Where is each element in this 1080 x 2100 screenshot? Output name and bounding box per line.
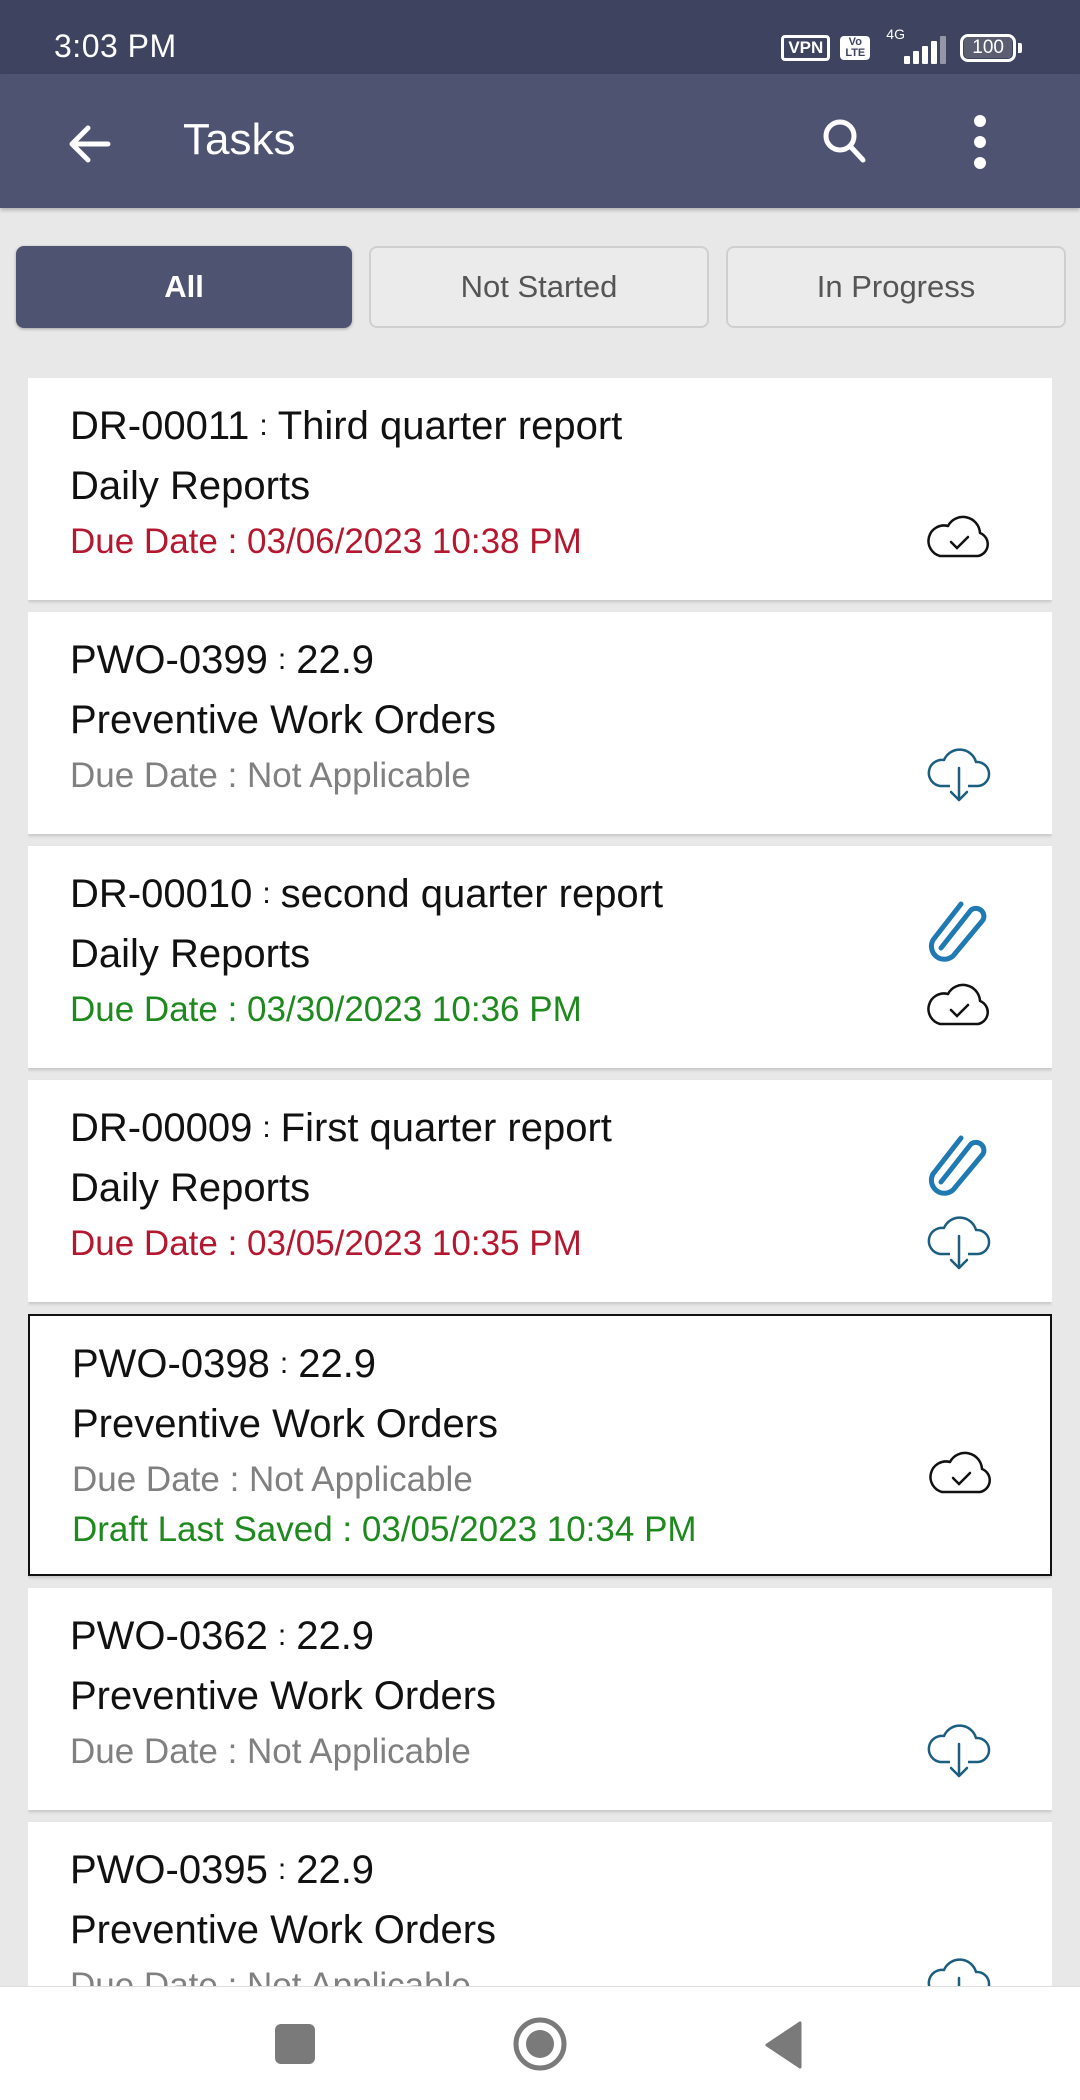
- sync-status-indicator[interactable]: [922, 1716, 996, 1780]
- task-name: 22.9: [296, 638, 375, 682]
- task-title: PWO-0398:22.9: [72, 1342, 376, 1387]
- task-separator: :: [279, 1347, 289, 1380]
- sync-status-indicator[interactable]: [922, 974, 996, 1038]
- more-options-button[interactable]: [960, 112, 1000, 172]
- task-title: DR-00009: First quarter report: [70, 1106, 612, 1151]
- sync-status-indicator[interactable]: [924, 1442, 998, 1506]
- tab-in-progress[interactable]: In Progress: [726, 246, 1066, 328]
- task-separator: :: [277, 643, 287, 676]
- task-card[interactable]: DR-00011: Third quarter report Daily Repor…: [28, 378, 1052, 600]
- network-type-label: 4G: [886, 26, 905, 42]
- battery-level: 100: [964, 37, 1012, 58]
- sync-status-indicator[interactable]: [922, 1208, 996, 1272]
- task-title: DR-00010: second quarter report: [70, 872, 663, 917]
- task-id: PWO-0395: [70, 1848, 268, 1892]
- task-card[interactable]: PWO-0398:22.9 Preventive Work Orders Due D…: [28, 1314, 1052, 1576]
- task-separator: :: [277, 1619, 287, 1652]
- vpn-icon: VPN: [781, 35, 831, 61]
- task-category: Preventive Work Orders: [70, 1674, 497, 1718]
- paperclip-icon: [928, 1135, 987, 1196]
- task-title: PWO-0362:22.9: [70, 1614, 374, 1659]
- task-name: second quarter report: [280, 872, 664, 916]
- task-title: PWO-0399:22.9: [70, 638, 374, 683]
- back-triangle-icon: [765, 2021, 802, 2069]
- task-due-date: Due Date : 03/30/2023 10:36 PM: [70, 990, 582, 1029]
- sync-status-indicator[interactable]: [922, 740, 996, 804]
- task-card[interactable]: PWO-0399:22.9 Preventive Work Orders Due D…: [28, 612, 1052, 834]
- cloud-download-icon: [927, 1958, 991, 1986]
- sync-status-indicator[interactable]: [922, 1950, 996, 1986]
- task-name: 22.9: [296, 1848, 375, 1892]
- task-card[interactable]: DR-00009: First quarter report Daily Repor…: [28, 1080, 1052, 1302]
- task-category: Preventive Work Orders: [70, 1908, 497, 1952]
- status-icons: VPN Vo LTE 4G 100: [781, 26, 1022, 64]
- task-draft-saved: Draft Last Saved : 03/05/2023 10:34 PM: [72, 1510, 697, 1549]
- home-button[interactable]: [500, 2009, 580, 2079]
- task-due-date: Due Date : Not Applicable: [70, 1732, 471, 1771]
- task-due-date: Due Date : 03/06/2023 10:38 PM: [70, 522, 582, 561]
- cloud-download-icon: [927, 1724, 991, 1778]
- task-name: Third quarter report: [277, 404, 623, 448]
- task-category: Preventive Work Orders: [72, 1402, 499, 1446]
- task-due-date: Due Date : Not Applicable: [72, 1460, 473, 1499]
- arrow-left-icon: [69, 125, 111, 163]
- task-list[interactable]: DR-00011: Third quarter report Daily Repor…: [28, 378, 1052, 1986]
- task-title: PWO-0395:22.9: [70, 1848, 374, 1893]
- recents-square-icon: [275, 2024, 315, 2064]
- status-time: 3:03 PM: [54, 28, 177, 64]
- task-due-date: Due Date : Not Applicable: [70, 1966, 471, 1986]
- volte-icon: Vo LTE: [840, 36, 871, 60]
- cloud-check-icon: [927, 515, 989, 558]
- task-separator: :: [277, 1853, 287, 1886]
- task-separator: :: [262, 877, 271, 910]
- task-separator: :: [259, 409, 268, 442]
- app-bar: Tasks: [0, 74, 1080, 208]
- tab-not-started[interactable]: Not Started: [369, 246, 709, 328]
- task-name: 22.9: [298, 1342, 377, 1386]
- task-category: Preventive Work Orders: [70, 698, 497, 742]
- task-title: DR-00011: Third quarter report: [70, 404, 622, 449]
- task-id: PWO-0399: [70, 638, 268, 682]
- task-due-date: Due Date : 03/05/2023 10:35 PM: [70, 1224, 582, 1263]
- task-id: PWO-0362: [70, 1614, 268, 1658]
- volte-bottom-label: LTE: [845, 47, 866, 59]
- task-card[interactable]: PWO-0362:22.9 Preventive Work Orders Due D…: [28, 1588, 1052, 1810]
- filter-tabs: All Not Started In Progress: [16, 246, 1066, 328]
- task-name: First quarter report: [280, 1106, 612, 1150]
- task-category: Daily Reports: [70, 464, 311, 508]
- task-name: 22.9: [296, 1614, 375, 1658]
- cloud-download-icon: [927, 748, 991, 802]
- task-category: Daily Reports: [70, 932, 311, 976]
- system-nav-bar: [0, 1986, 1080, 2100]
- cloud-check-icon: [927, 983, 989, 1026]
- task-id: DR-00010: [70, 872, 253, 916]
- battery-icon: 100: [960, 34, 1022, 62]
- task-id: PWO-0398: [72, 1342, 270, 1386]
- task-id: DR-00009: [70, 1106, 253, 1150]
- page-title: Tasks: [183, 115, 296, 164]
- attachment-indicator: [922, 896, 996, 970]
- task-due-date: Due Date : Not Applicable: [70, 756, 471, 795]
- more-vertical-icon: [974, 115, 986, 169]
- sync-status-indicator[interactable]: [922, 506, 996, 570]
- home-circle-icon: [513, 2017, 567, 2071]
- task-card[interactable]: DR-00010: second quarter report Daily Repo…: [28, 846, 1052, 1068]
- task-separator: :: [262, 1111, 271, 1144]
- signal-icon: 4G: [880, 26, 950, 64]
- task-card[interactable]: PWO-0395:22.9 Preventive Work Orders Due D…: [28, 1822, 1052, 1986]
- task-id: DR-00011: [70, 404, 250, 448]
- attachment-indicator: [922, 1130, 996, 1204]
- recents-button[interactable]: [255, 2009, 335, 2079]
- cloud-download-icon: [927, 1216, 991, 1270]
- signal-bars: [904, 36, 947, 64]
- task-category: Daily Reports: [70, 1166, 311, 1210]
- back-button[interactable]: [62, 114, 122, 174]
- status-bar: 3:03 PM VPN Vo LTE 4G 100: [0, 0, 1080, 74]
- search-button[interactable]: [815, 112, 875, 172]
- search-icon: [823, 119, 866, 163]
- paperclip-icon: [928, 901, 987, 962]
- tab-all[interactable]: All: [16, 246, 352, 328]
- system-back-button[interactable]: [745, 2009, 825, 2079]
- cloud-check-icon: [929, 1451, 991, 1494]
